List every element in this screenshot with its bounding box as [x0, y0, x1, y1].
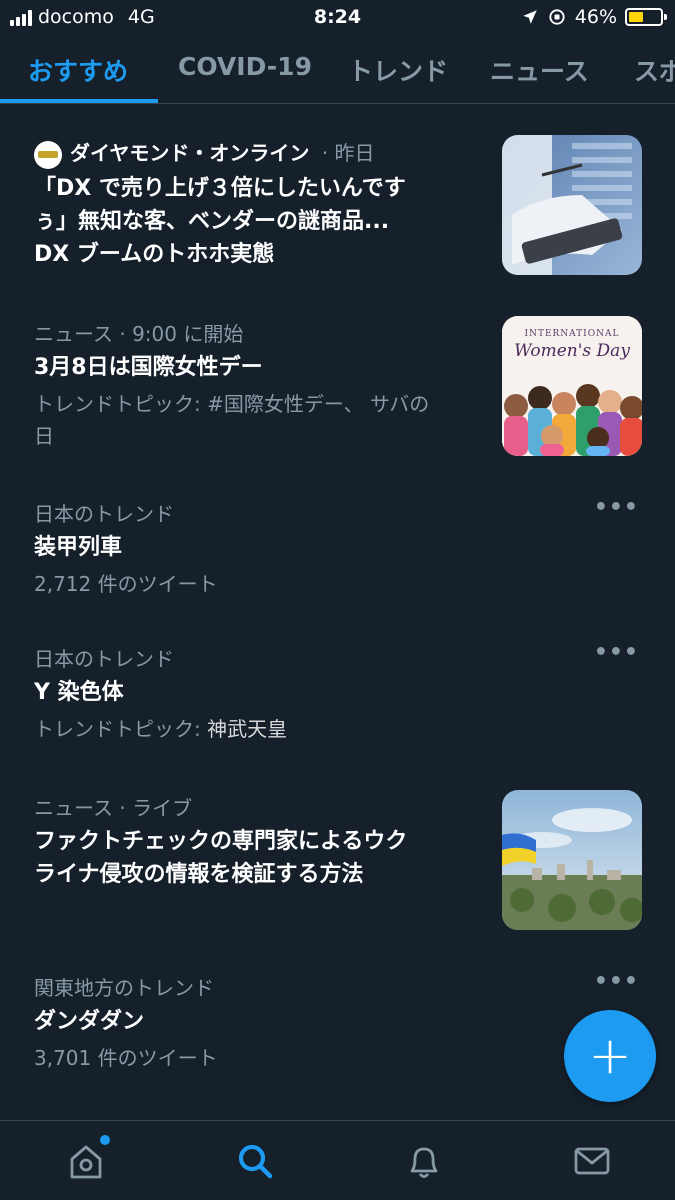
notification-dot: [100, 1135, 110, 1145]
publisher-logo: [34, 140, 62, 169]
nav-home[interactable]: [64, 1135, 110, 1183]
trend-item[interactable]: 日本のトレンド Y 染色体 トレンドトピック: 神武天皇 •••: [0, 638, 675, 758]
location-arrow-icon: [523, 10, 537, 24]
battery-icon: [625, 8, 667, 26]
post-time: · 昨日: [321, 141, 375, 165]
trend-title: Y 染色体: [34, 680, 124, 705]
publisher-name: ダイヤモンド・オンライン: [70, 141, 310, 165]
trend-category: 日本のトレンド: [34, 647, 174, 671]
trending-topics: トレンドトピック: #国際女性デー、 サバの 日: [34, 392, 430, 448]
status-bar: docomo 4G 8:24 46%: [0, 0, 675, 36]
tab-trends[interactable]: トレンド: [348, 52, 448, 88]
more-options-icon[interactable]: •••: [594, 495, 639, 520]
news-item[interactable]: ニュース · 9:00 に開始 3月8日は国際女性デー トレンドトピック: #国…: [0, 313, 675, 473]
headline: 3月8日は国際女性デー: [34, 355, 263, 380]
event-time: · 9:00 に開始: [119, 322, 244, 346]
live-label: · ライブ: [119, 796, 193, 820]
tab-covid19[interactable]: COVID-19: [178, 52, 312, 81]
home-icon: [70, 1145, 102, 1179]
trend-category: 関東地方のトレンド: [34, 976, 214, 1000]
category-label: ニュース: [34, 796, 113, 820]
tab-recommended[interactable]: おすすめ: [28, 52, 128, 88]
headline: 「DX で売り上げ３倍にしたいんです ぅ」無知な客、ベンダーの謎商品... DX…: [34, 176, 406, 267]
battery-percent: 46%: [574, 6, 617, 28]
active-tab-indicator: [0, 99, 158, 103]
trending-topics: トレンドトピック: 神武天皇: [34, 717, 288, 741]
tab-news[interactable]: ニュース: [490, 52, 589, 88]
orientation-lock-icon: [549, 9, 565, 25]
nav-notifications[interactable]: [402, 1139, 446, 1183]
search-icon: [238, 1144, 273, 1179]
more-options-icon[interactable]: •••: [594, 969, 639, 994]
category-label: ニュース: [34, 322, 113, 346]
article-thumbnail: [502, 790, 642, 930]
tab-sports[interactable]: スポ: [634, 52, 675, 88]
trend-title: 装甲列車: [34, 535, 123, 560]
tweet-count: 2,712 件のツイート: [34, 572, 218, 596]
nav-messages[interactable]: [570, 1139, 614, 1183]
trend-title: ダンダダン: [34, 1009, 145, 1034]
article-thumbnail: [502, 135, 642, 275]
news-item[interactable]: ニュース · ライブ ファクトチェックの専門家によるウク ライナ侵攻の情報を検証…: [0, 787, 675, 947]
nav-search[interactable]: [233, 1139, 277, 1183]
bell-icon: [410, 1147, 438, 1178]
headline: ファクトチェックの専門家によるウク ライナ侵攻の情報を検証する方法: [34, 829, 408, 887]
compose-tweet-button[interactable]: +: [564, 1010, 656, 1102]
article-thumbnail: INTERNATIONAL Women's Day: [502, 316, 642, 456]
trend-item[interactable]: 日本のトレンド 装甲列車 2,712 件のツイート •••: [0, 493, 675, 613]
more-options-icon[interactable]: •••: [594, 640, 639, 665]
thumb-caption-main: Women's Day: [514, 341, 630, 361]
mail-icon: [574, 1147, 610, 1175]
bottom-navigation: [0, 1120, 675, 1200]
tweet-count: 3,701 件のツイート: [34, 1046, 218, 1070]
trend-category: 日本のトレンド: [34, 502, 174, 526]
explore-tabs: おすすめ COVID-19 トレンド ニュース スポ: [0, 36, 675, 104]
thumb-caption-top: INTERNATIONAL: [525, 329, 620, 339]
news-item[interactable]: ダイヤモンド・オンライン · 昨日 「DX で売り上げ３倍にしたいんです ぅ」無…: [0, 132, 675, 292]
